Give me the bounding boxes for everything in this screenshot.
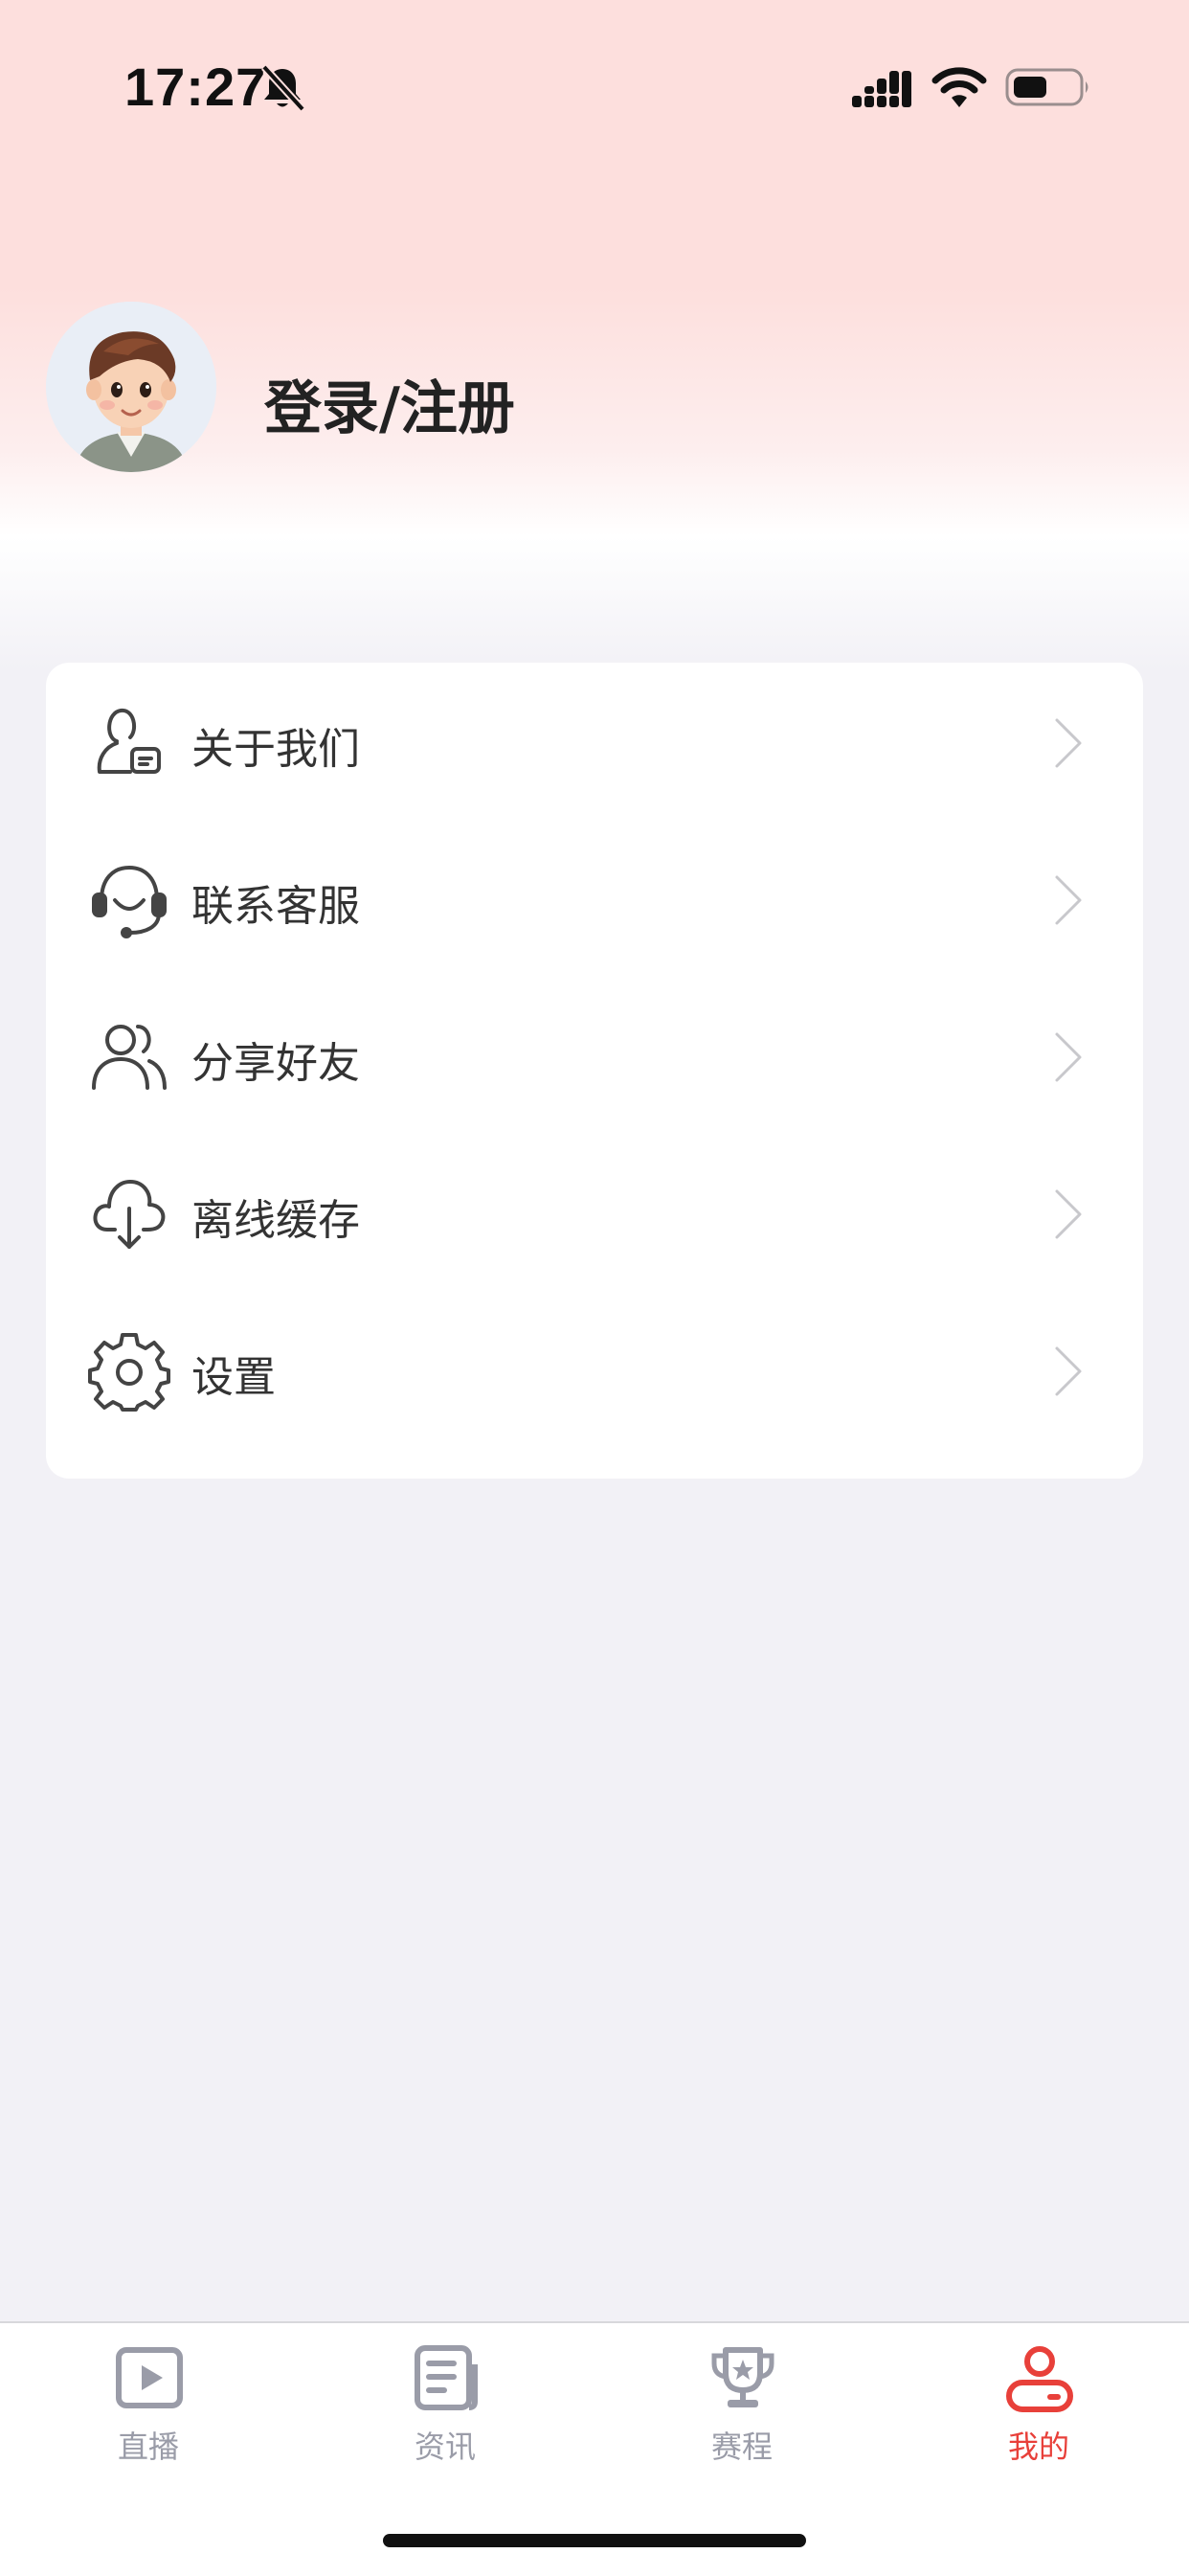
- bell-slash-icon: [261, 64, 305, 112]
- menu-item-label: 设置: [191, 1353, 276, 1402]
- profile-icon: [1006, 2346, 1073, 2412]
- cellular-signal-icon: [852, 71, 911, 107]
- menu-item-label: 分享好友: [191, 1039, 360, 1088]
- status-time: 17:27: [124, 56, 267, 117]
- tab-schedule[interactable]: 赛程: [594, 2323, 890, 2496]
- menu-item-settings[interactable]: 设置: [46, 1291, 1143, 1448]
- cloud-download-icon: [93, 1180, 166, 1249]
- menu-card: 关于我们 联系客服 分享好友 离线缓存 设置: [46, 663, 1143, 1479]
- chevron-right-icon: [1055, 718, 1082, 768]
- chevron-right-icon: [1055, 875, 1082, 925]
- about-us-icon: [97, 708, 161, 774]
- avatar[interactable]: [46, 302, 216, 472]
- home-indicator[interactable]: [383, 2534, 806, 2547]
- tab-label: 赛程: [710, 2429, 773, 2465]
- wifi-icon: [931, 67, 987, 107]
- tab-label: 我的: [1007, 2429, 1069, 2465]
- menu-item-label: 联系客服: [191, 882, 360, 931]
- battery-icon: [1005, 68, 1088, 106]
- tab-label: 直播: [117, 2429, 179, 2465]
- login-register-link[interactable]: 登录/注册: [264, 362, 515, 445]
- tab-news[interactable]: 资讯: [297, 2323, 594, 2496]
- chevron-right-icon: [1055, 1346, 1082, 1396]
- news-icon: [415, 2345, 478, 2410]
- headset-icon: [92, 866, 167, 938]
- cartoon-boy-avatar: [46, 302, 216, 472]
- status-bar: 17:27: [0, 0, 1189, 172]
- gear-icon: [88, 1333, 170, 1412]
- tab-live[interactable]: 直播: [0, 2323, 297, 2496]
- tab-mine[interactable]: 我的: [890, 2323, 1187, 2496]
- menu-item-contact-service[interactable]: 联系客服: [46, 820, 1143, 977]
- menu-item-offline-cache[interactable]: 离线缓存: [46, 1134, 1143, 1291]
- menu-item-share-friends[interactable]: 分享好友: [46, 977, 1143, 1134]
- trophy-icon: [711, 2347, 774, 2407]
- menu-item-label: 离线缓存: [191, 1196, 360, 1245]
- menu-item-label: 关于我们: [191, 725, 360, 774]
- chevron-right-icon: [1055, 1189, 1082, 1239]
- chevron-right-icon: [1055, 1032, 1082, 1082]
- play-icon: [116, 2347, 183, 2408]
- menu-item-about-us[interactable]: 关于我们: [46, 663, 1143, 820]
- users-icon: [92, 1025, 167, 1090]
- tab-label: 资讯: [414, 2429, 476, 2465]
